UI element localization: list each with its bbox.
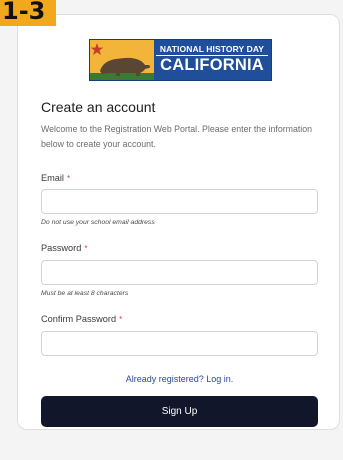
confirm-password-label-text: Confirm Password [41,314,117,324]
logo-line2: CALIFORNIA [160,56,264,74]
required-marker: * [66,174,71,183]
confirm-password-field[interactable] [41,331,318,356]
password-label-text: Password [41,243,82,253]
logo-line1: NATIONAL HISTORY DAY [156,44,268,56]
sign-up-button[interactable]: Sign Up [41,396,318,427]
california-bear-flag-icon [90,40,154,80]
login-link[interactable]: Already registered? Log in. [18,374,341,384]
password-label: Password * [41,243,87,253]
email-label: Email * [41,173,70,183]
required-marker: * [119,315,123,324]
page-subtitle: Welcome to the Registration Web Portal. … [41,124,313,149]
page-title: Create an account [41,99,156,115]
registration-card: NATIONAL HISTORY DAY CALIFORNIA Create a… [17,14,340,430]
required-marker: * [84,244,88,253]
password-hint: Must be at least 8 characters [41,290,129,297]
confirm-password-label: Confirm Password * [41,314,122,324]
email-hint: Do not use your school email address [41,219,155,226]
nhd-california-logo: NATIONAL HISTORY DAY CALIFORNIA [89,39,272,81]
step-badge: 1-3 [0,0,56,26]
email-field[interactable] [41,189,318,214]
password-field[interactable] [41,260,318,285]
email-label-text: Email [41,173,64,183]
